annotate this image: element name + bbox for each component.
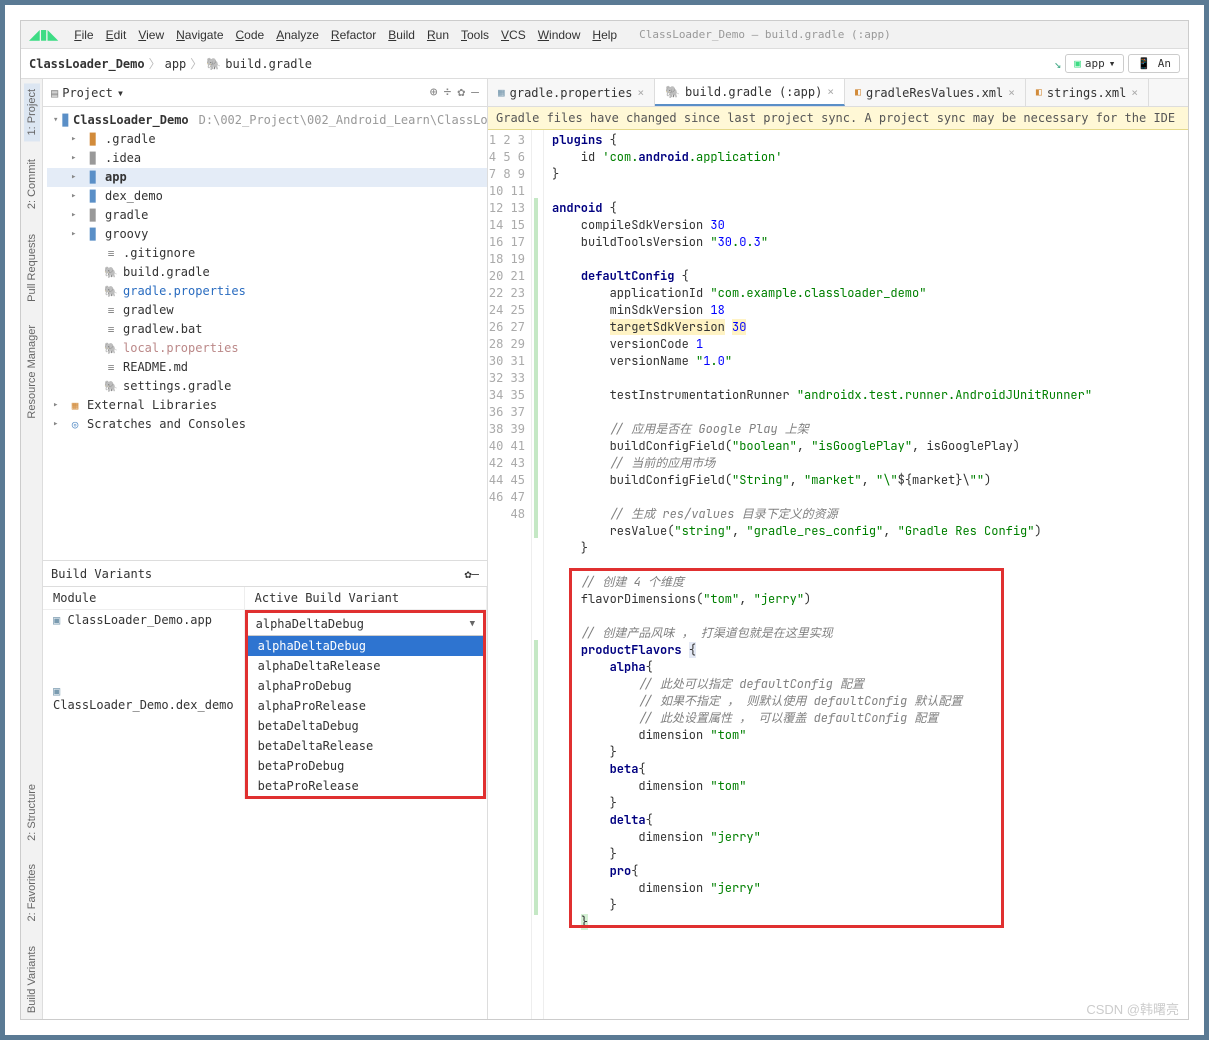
- variant-option[interactable]: betaDeltaRelease: [248, 736, 483, 756]
- variants-col-module: Module: [43, 587, 244, 610]
- variant-option[interactable]: betaProRelease: [248, 776, 483, 796]
- tab-project[interactable]: 1: Project: [24, 83, 40, 141]
- tree-item[interactable]: ▸▉app: [47, 168, 487, 187]
- gear-icon[interactable]: ✿: [457, 85, 465, 100]
- menu-window[interactable]: Window: [532, 26, 587, 44]
- build-icon[interactable]: ↘: [1054, 57, 1061, 71]
- gradle-sync-banner[interactable]: Gradle files have changed since last pro…: [488, 107, 1188, 130]
- build-variants-panel: Build Variants ✿ — Module Active Build V…: [43, 560, 487, 1019]
- window-context: ClassLoader_Demo – build.gradle (:app): [639, 28, 891, 41]
- menu-navigate[interactable]: Navigate: [170, 26, 229, 44]
- menu-build[interactable]: Build: [382, 26, 421, 44]
- menu-vcs[interactable]: VCS: [495, 26, 532, 44]
- tree-item[interactable]: ≡.gitignore: [47, 244, 487, 263]
- code-editor[interactable]: 1 2 3 4 5 6 7 8 9 10 11 12 13 14 15 16 1…: [488, 130, 1188, 1019]
- tree-item[interactable]: ≡gradlew.bat: [47, 320, 487, 339]
- run-config-selector[interactable]: ▣app ▾: [1065, 54, 1124, 73]
- menu-help[interactable]: Help: [586, 26, 623, 44]
- gear-icon[interactable]: ✿: [465, 567, 472, 581]
- editor-tab[interactable]: ◧strings.xml×: [1026, 79, 1149, 106]
- variant-dropdown-list[interactable]: alphaDeltaDebugalphaDeltaReleasealphaPro…: [248, 635, 483, 796]
- menu-edit[interactable]: Edit: [100, 26, 133, 44]
- breadcrumb-bar: ClassLoader_Demo 〉 app 〉 🐘build.gradle ↘…: [21, 49, 1188, 79]
- line-gutter: 1 2 3 4 5 6 7 8 9 10 11 12 13 14 15 16 1…: [488, 130, 532, 1019]
- tree-item[interactable]: ▸▉groovy: [47, 225, 487, 244]
- breadcrumb-root[interactable]: ClassLoader_Demo: [29, 57, 145, 71]
- tree-item[interactable]: 🐘gradle.properties: [47, 282, 487, 301]
- variant-module-app: ▣ ClassLoader_Demo.app: [43, 610, 244, 681]
- close-icon[interactable]: ×: [827, 85, 834, 98]
- variants-col-variant: Active Build Variant: [244, 587, 486, 610]
- android-logo-icon: ◢▮◣: [29, 26, 58, 43]
- tree-item[interactable]: ≡gradlew: [47, 301, 487, 320]
- menu-file[interactable]: File: [68, 26, 99, 44]
- variant-option[interactable]: alphaDeltaRelease: [248, 656, 483, 676]
- tree-item[interactable]: ▸▉.idea: [47, 149, 487, 168]
- menu-run[interactable]: Run: [421, 26, 455, 44]
- menu-refactor[interactable]: Refactor: [325, 26, 382, 44]
- chevron-down-icon: ▼: [470, 619, 475, 629]
- editor-tabs: ▦gradle.properties×🐘build.gradle (:app)×…: [488, 79, 1188, 107]
- tree-item[interactable]: 🐘settings.gradle: [47, 377, 487, 396]
- variant-option[interactable]: alphaProDebug: [248, 676, 483, 696]
- variant-dropdown-highlight: alphaDeltaDebug ▼ alphaDeltaDebugalphaDe…: [245, 610, 486, 799]
- close-icon[interactable]: ×: [1131, 86, 1138, 99]
- tree-item[interactable]: ≡README.md: [47, 358, 487, 377]
- tab-favorites[interactable]: 2: Favorites: [24, 858, 40, 927]
- project-tool-title: Project: [62, 86, 113, 100]
- tab-structure[interactable]: 2: Structure: [24, 778, 40, 847]
- menubar: ◢▮◣ FileEditViewNavigateCodeAnalyzeRefac…: [21, 21, 1188, 49]
- breadcrumb-file[interactable]: 🐘build.gradle: [206, 57, 312, 71]
- device-selector[interactable]: 📱 An: [1128, 54, 1180, 73]
- build-variants-title: Build Variants: [51, 567, 152, 581]
- tab-pull-requests[interactable]: Pull Requests: [24, 228, 40, 308]
- close-icon[interactable]: ×: [1008, 86, 1015, 99]
- close-icon[interactable]: ×: [637, 86, 644, 99]
- tree-item[interactable]: ▸▉.gradle: [47, 130, 487, 149]
- variant-option[interactable]: betaDeltaDebug: [248, 716, 483, 736]
- variant-option[interactable]: alphaDeltaDebug: [248, 636, 483, 656]
- code-content[interactable]: plugins { id 'com.android.application' }…: [544, 130, 1188, 1019]
- locate-icon[interactable]: ⊕: [430, 85, 438, 100]
- tree-item[interactable]: ▾▉ClassLoader_DemoD:\002_Project\002_And…: [47, 111, 487, 130]
- editor-tab[interactable]: 🐘build.gradle (:app)×: [655, 79, 845, 106]
- project-tool-header: ▤ Project ▾ ⊕ ÷ ✿ —: [43, 79, 487, 107]
- hide-icon[interactable]: —: [471, 85, 479, 100]
- menu-analyze[interactable]: Analyze: [270, 26, 325, 44]
- left-tool-strip: 1: Project 2: Commit Pull Requests Resou…: [21, 79, 43, 1019]
- menu-view[interactable]: View: [132, 26, 170, 44]
- variant-selected[interactable]: alphaDeltaDebug ▼: [248, 613, 483, 635]
- hide-icon[interactable]: —: [472, 567, 479, 581]
- tab-resource-manager[interactable]: Resource Manager: [24, 319, 40, 425]
- tree-item[interactable]: ▸▦External Libraries: [47, 396, 487, 415]
- tab-build-variants[interactable]: Build Variants: [24, 940, 40, 1019]
- tree-item[interactable]: 🐘local.properties: [47, 339, 487, 358]
- variant-option[interactable]: alphaProRelease: [248, 696, 483, 716]
- editor-tab[interactable]: ◧gradleResValues.xml×: [845, 79, 1026, 106]
- code-highlight-box: [569, 568, 1004, 928]
- variant-option[interactable]: betaProDebug: [248, 756, 483, 776]
- variant-module-dexdemo: ▣ ClassLoader_Demo.dex_demo: [43, 681, 244, 799]
- fold-strip: [532, 130, 544, 1019]
- expand-icon[interactable]: ÷: [444, 85, 452, 100]
- menu-tools[interactable]: Tools: [455, 26, 495, 44]
- tree-item[interactable]: ▸▉dex_demo: [47, 187, 487, 206]
- tree-item[interactable]: ▸▉gradle: [47, 206, 487, 225]
- project-tree[interactable]: ▾▉ClassLoader_DemoD:\002_Project\002_And…: [43, 107, 487, 560]
- breadcrumb-app[interactable]: app: [165, 57, 187, 71]
- tree-item[interactable]: 🐘build.gradle: [47, 263, 487, 282]
- menu-code[interactable]: Code: [230, 26, 271, 44]
- tree-item[interactable]: ▸◎Scratches and Consoles: [47, 415, 487, 434]
- tab-commit[interactable]: 2: Commit: [24, 153, 40, 215]
- editor-tab[interactable]: ▦gradle.properties×: [488, 79, 655, 106]
